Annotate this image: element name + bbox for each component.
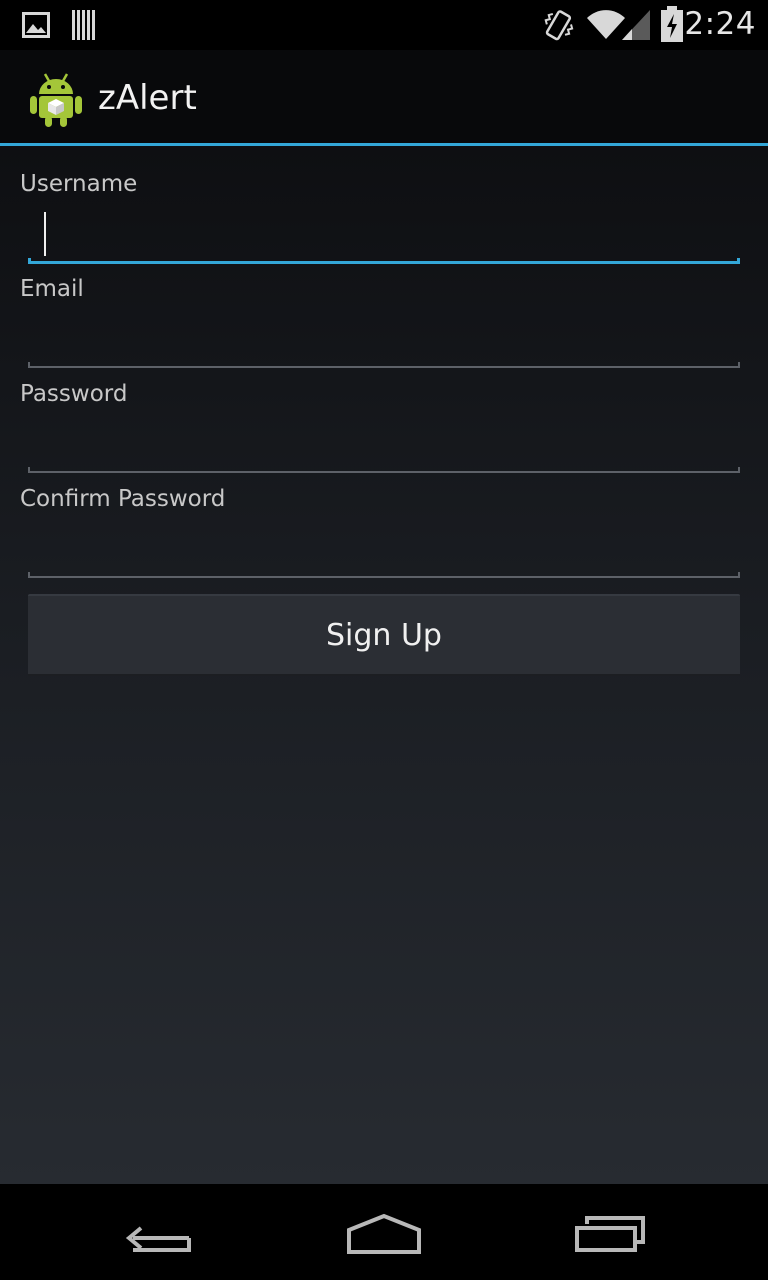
navigation-bar bbox=[0, 1184, 768, 1280]
confirm-password-label: Confirm Password bbox=[20, 486, 226, 512]
home-icon[interactable] bbox=[329, 1202, 439, 1262]
barcode-notification-icon bbox=[72, 10, 95, 40]
recents-icon[interactable] bbox=[555, 1202, 665, 1262]
status-clock: 2:24 bbox=[684, 6, 756, 42]
app-title: zAlert bbox=[98, 78, 197, 118]
signal-icon bbox=[622, 10, 650, 40]
username-underline bbox=[28, 258, 740, 264]
password-label: Password bbox=[20, 381, 128, 407]
wifi-icon bbox=[587, 10, 625, 39]
email-field[interactable] bbox=[28, 309, 740, 369]
username-field[interactable] bbox=[28, 204, 740, 264]
signup-form: Username Email Password Confirm Password… bbox=[0, 146, 768, 1184]
vibrate-icon bbox=[544, 10, 574, 41]
text-cursor bbox=[44, 212, 46, 256]
action-bar: zAlert bbox=[0, 50, 768, 143]
email-underline bbox=[28, 362, 740, 368]
password-field[interactable] bbox=[28, 414, 740, 474]
email-label: Email bbox=[20, 276, 84, 302]
status-bar: 2:24 bbox=[0, 0, 768, 50]
confirm-password-field[interactable] bbox=[28, 519, 740, 579]
username-label: Username bbox=[20, 171, 138, 197]
sign-up-button[interactable]: Sign Up bbox=[28, 594, 740, 676]
confirm-password-underline bbox=[28, 572, 740, 578]
back-icon[interactable] bbox=[105, 1202, 215, 1262]
android-app-icon[interactable] bbox=[28, 68, 84, 128]
password-underline bbox=[28, 467, 740, 473]
image-notification-icon bbox=[22, 12, 50, 38]
screen: 2:24 zAlert Username Email Password Conf… bbox=[0, 0, 768, 1280]
battery-charging-icon bbox=[661, 6, 683, 42]
